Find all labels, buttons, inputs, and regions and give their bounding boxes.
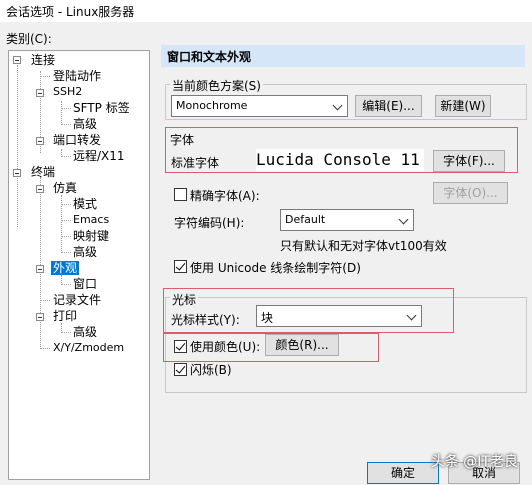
- chevron-down-icon: [332, 100, 343, 111]
- collapse-icon[interactable]: [13, 56, 21, 64]
- category-label: 类别(C):: [6, 32, 52, 46]
- precise-font-checkbox[interactable]: [174, 188, 187, 201]
- font-preview: Lucida Console 11: [256, 149, 424, 171]
- tree-item-connection[interactable]: 连接: [31, 53, 55, 67]
- tree-item-log-file[interactable]: 记录文件: [53, 293, 101, 307]
- tree-item-port-forwarding[interactable]: 端口转发: [53, 133, 101, 147]
- tree-line: [61, 220, 71, 221]
- tree-item-terminal[interactable]: 终端: [31, 165, 55, 179]
- tree-line: [61, 124, 71, 125]
- color-scheme-label: 当前颜色方案(S): [170, 77, 263, 94]
- tree-item-mapped-keys[interactable]: 映射键: [73, 229, 109, 243]
- tree-line: [40, 300, 50, 301]
- tree-item-modes[interactable]: 模式: [73, 197, 97, 211]
- collapse-icon[interactable]: [36, 185, 44, 193]
- tree-item-printing[interactable]: 打印: [53, 309, 77, 323]
- collapse-icon[interactable]: [13, 169, 21, 177]
- chevron-down-icon: [398, 214, 409, 225]
- panel-title: 窗口和文本外观: [167, 50, 252, 64]
- tree-line: [40, 348, 50, 349]
- tree-item-ssh2-advanced[interactable]: 高级: [73, 117, 97, 131]
- tree-item-emulation[interactable]: 仿真: [53, 181, 77, 195]
- tree-line: [61, 156, 71, 157]
- tree-line: [61, 252, 71, 253]
- cursor-style-value: 块: [261, 311, 274, 325]
- tree-item-sftp-tab[interactable]: SFTP 标签: [73, 101, 130, 115]
- color-scheme-select[interactable]: Monochrome: [171, 95, 348, 117]
- tree-line: [61, 236, 71, 237]
- encoding-note: 只有默认和无对字体vt100有效: [280, 239, 447, 253]
- tree-item-ssh2[interactable]: SSH2: [53, 85, 82, 99]
- tree-line: [61, 108, 71, 109]
- tree-item-appearance[interactable]: 外观: [51, 261, 80, 275]
- tree-item-emulation-advanced[interactable]: 高级: [73, 245, 97, 259]
- collapse-icon[interactable]: [36, 265, 44, 273]
- font-group-label: 字体: [170, 133, 195, 147]
- tree-item-remote-x11[interactable]: 远程/X11: [73, 149, 125, 163]
- unicode-lines-checkbox[interactable]: [174, 260, 187, 273]
- cursor-color-button[interactable]: 颜色(R)...: [265, 334, 339, 356]
- collapse-icon[interactable]: [36, 137, 44, 145]
- blink-checkbox[interactable]: [174, 363, 187, 376]
- panel-header: 窗口和文本外观: [161, 45, 525, 67]
- tree-item-window[interactable]: 窗口: [73, 277, 97, 291]
- new-scheme-button[interactable]: 新建(W): [435, 95, 491, 117]
- tree-line: [61, 101, 62, 123]
- cursor-group-label: 光标: [170, 291, 199, 308]
- watermark: 头条 @IT老良: [430, 454, 518, 470]
- tree-line: [61, 204, 71, 205]
- tree-line: [40, 177, 41, 347]
- encoding-select[interactable]: Default: [280, 209, 414, 231]
- use-color-checkbox[interactable]: [174, 340, 187, 353]
- tree-item-printing-advanced[interactable]: 高级: [73, 325, 97, 339]
- standard-font-label: 标准字体: [171, 156, 220, 170]
- font-button[interactable]: 字体(F)...: [433, 150, 505, 172]
- precise-font-label: 精确字体(A):: [190, 189, 260, 203]
- color-scheme-value: Monochrome: [176, 99, 248, 112]
- tree-line: [17, 65, 18, 227]
- window-title: 会话选项 - Linux服务器: [6, 5, 135, 19]
- precise-font-button[interactable]: 字体(O)...: [433, 182, 508, 204]
- cursor-style-label: 光标样式(Y):: [171, 313, 240, 327]
- tree-item-emacs[interactable]: Emacs: [73, 213, 109, 227]
- chevron-down-icon: [406, 310, 417, 321]
- collapse-icon[interactable]: [36, 313, 44, 321]
- edit-scheme-button[interactable]: 编辑(E)...: [355, 95, 422, 117]
- tree-item-xyzmodem[interactable]: X/Y/Zmodem: [53, 341, 124, 355]
- tree-item-login-actions[interactable]: 登陆动作: [53, 69, 101, 83]
- encoding-value: Default: [285, 213, 326, 226]
- category-tree[interactable]: 连接 登陆动作 SSH2 SFTP 标签 高级 端口转发 远程/X11 终端 仿…: [8, 50, 150, 480]
- title-bar: 会话选项 - Linux服务器: [0, 0, 532, 22]
- ok-button[interactable]: 确定: [367, 462, 439, 484]
- unicode-lines-label: 使用 Unicode 线条绘制字符(D): [190, 261, 361, 275]
- collapse-icon[interactable]: [36, 89, 44, 97]
- blink-label: 闪烁(B): [190, 363, 232, 377]
- cursor-style-select[interactable]: 块: [256, 305, 422, 327]
- tree-line: [61, 275, 62, 283]
- tree-line: [61, 332, 71, 333]
- tree-line: [61, 323, 62, 331]
- use-color-label: 使用颜色(U):: [190, 340, 261, 354]
- tree-line: [61, 284, 71, 285]
- encoding-label: 字符编码(H):: [174, 216, 245, 230]
- tree-line: [40, 76, 50, 77]
